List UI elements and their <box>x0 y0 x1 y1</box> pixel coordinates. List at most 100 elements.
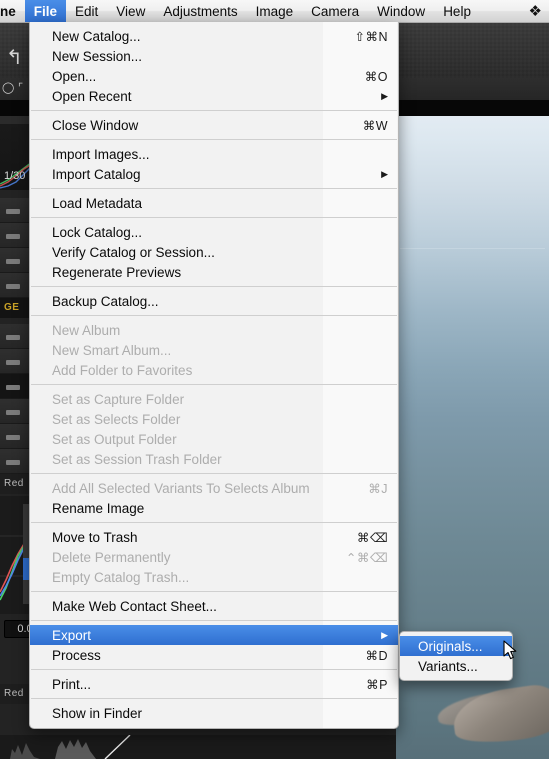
submenu-item-label: Originals... <box>418 638 483 654</box>
menu-item-label: Close Window <box>52 117 139 133</box>
menu-separator <box>31 669 397 670</box>
menu-bar[interactable]: ne File Edit View Adjustments Image Came… <box>0 0 549 23</box>
submenu-arrow-icon: ▶ <box>381 90 388 101</box>
menu-item-import-images[interactable]: Import Images... <box>30 144 398 164</box>
menu-separator <box>31 698 397 699</box>
menu-item-shortcut: ⌘D <box>365 648 388 663</box>
menu-item-label: Make Web Contact Sheet... <box>52 598 217 614</box>
menubar-item-window[interactable]: Window <box>368 0 434 22</box>
menu-item-load-metadata[interactable]: Load Metadata <box>30 193 398 213</box>
menu-item-label: Import Catalog <box>52 166 141 182</box>
menu-separator <box>31 473 397 474</box>
dropbox-icon[interactable]: ❖ <box>529 4 542 19</box>
menu-separator <box>31 110 397 111</box>
menu-item-set-as-capture-folder: Set as Capture Folder <box>30 389 398 409</box>
menu-item-label: Set as Session Trash Folder <box>52 451 222 467</box>
menu-item-label: New Smart Album... <box>52 342 172 358</box>
menu-separator <box>31 522 397 523</box>
menu-item-shortcut: ⌘P <box>366 677 388 692</box>
menu-item-label: Import Images... <box>52 146 150 162</box>
menu-separator <box>31 188 397 189</box>
menu-item-rename-image[interactable]: Rename Image <box>30 498 398 518</box>
menu-item-export[interactable]: Export ▶ <box>30 625 398 645</box>
menubar-status-area: ❖ <box>529 0 549 22</box>
menu-item-verify-catalog-or-session[interactable]: Verify Catalog or Session... <box>30 242 398 262</box>
menu-item-label: Open... <box>52 68 97 84</box>
menu-separator <box>31 384 397 385</box>
menu-separator <box>31 139 397 140</box>
menu-item-label: Regenerate Previews <box>52 264 182 280</box>
menu-item-set-as-output-folder: Set as Output Folder <box>30 429 398 449</box>
menu-item-process[interactable]: Process ⌘D <box>30 645 398 665</box>
menu-separator <box>31 286 397 287</box>
menu-item-label: New Album <box>52 322 121 338</box>
menu-item-label: Delete Permanently <box>52 549 171 565</box>
submenu-arrow-icon: ▶ <box>381 168 388 179</box>
export-submenu[interactable]: Originals... Variants... <box>399 631 513 681</box>
menu-item-lock-catalog[interactable]: Lock Catalog... <box>30 222 398 242</box>
menu-item-label: Verify Catalog or Session... <box>52 244 215 260</box>
menu-item-label: Show in Finder <box>52 705 143 721</box>
menu-item-label: Print... <box>52 676 92 692</box>
menu-item-shortcut: ⌘J <box>368 481 388 496</box>
undo-arrow-icon[interactable]: ↰ <box>6 48 23 68</box>
menu-item-label: New Catalog... <box>52 28 141 44</box>
menu-item-make-web-contact-sheet[interactable]: Make Web Contact Sheet... <box>30 596 398 616</box>
menu-item-add-folder-to-favorites: Add Folder to Favorites <box>30 360 398 380</box>
menu-item-label: Process <box>52 647 101 663</box>
submenu-item-originals[interactable]: Originals... <box>400 636 512 656</box>
menubar-item-app[interactable]: ne <box>0 0 25 22</box>
menu-item-label: Lock Catalog... <box>52 224 143 240</box>
menu-item-open[interactable]: Open... ⌘O <box>30 66 398 86</box>
aperture-icon: ◯ <box>2 82 15 94</box>
menu-item-label: Set as Output Folder <box>52 431 177 447</box>
menu-item-set-as-selects-folder: Set as Selects Folder <box>30 409 398 429</box>
menu-item-delete-permanently: Delete Permanently ⌃⌘⌫ <box>30 547 398 567</box>
menu-item-label: Empty Catalog Trash... <box>52 569 190 585</box>
menu-item-backup-catalog[interactable]: Backup Catalog... <box>30 291 398 311</box>
menubar-item-adjustments[interactable]: Adjustments <box>154 0 246 22</box>
menu-item-label: Move to Trash <box>52 529 138 545</box>
menu-item-open-recent[interactable]: Open Recent ▶ <box>30 86 398 106</box>
menu-item-shortcut: ⌘⌫ <box>356 530 388 545</box>
submenu-item-variants[interactable]: Variants... <box>400 656 512 676</box>
crop-icon: ⌜ <box>18 82 24 94</box>
menu-item-add-all-selected-variants-to-selects-album: Add All Selected Variants To Selects Alb… <box>30 478 398 498</box>
menu-item-label: Open Recent <box>52 88 132 104</box>
water-highlight <box>400 248 545 249</box>
menu-item-shortcut: ⌘O <box>364 69 388 84</box>
menu-separator <box>31 217 397 218</box>
menu-item-set-as-session-trash-folder: Set as Session Trash Folder <box>30 449 398 469</box>
menu-item-label: Export <box>52 627 92 643</box>
menu-item-new-catalog[interactable]: New Catalog... ⇧⌘N <box>30 26 398 46</box>
menu-item-new-smart-album: New Smart Album... <box>30 340 398 360</box>
submenu-item-label: Variants... <box>418 658 478 674</box>
exposure-value: 1/30 <box>4 170 26 182</box>
menu-separator <box>31 315 397 316</box>
menu-item-close-window[interactable]: Close Window ⌘W <box>30 115 398 135</box>
menu-item-shortcut: ⇧⌘N <box>354 29 388 44</box>
menubar-item-file[interactable]: File <box>24 0 67 22</box>
menubar-item-help[interactable]: Help <box>434 0 480 22</box>
histogram-bottom <box>0 735 396 759</box>
menu-item-import-catalog[interactable]: Import Catalog ▶ <box>30 164 398 184</box>
menu-item-print[interactable]: Print... ⌘P <box>30 674 398 694</box>
menu-item-new-session[interactable]: New Session... <box>30 46 398 66</box>
menu-item-move-to-trash[interactable]: Move to Trash ⌘⌫ <box>30 527 398 547</box>
menu-item-label: Add Folder to Favorites <box>52 362 193 378</box>
file-menu-dropdown[interactable]: New Catalog... ⇧⌘N New Session... Open... ⌘O… <box>29 22 399 729</box>
menubar-item-edit[interactable]: Edit <box>66 0 107 22</box>
rock-shape-primary <box>449 681 549 749</box>
menubar-item-image[interactable]: Image <box>247 0 303 22</box>
menu-item-label: Rename Image <box>52 500 145 516</box>
menu-item-regenerate-previews[interactable]: Regenerate Previews <box>30 262 398 282</box>
menu-item-label: Load Metadata <box>52 195 143 211</box>
menubar-item-view[interactable]: View <box>107 0 154 22</box>
menu-item-show-in-finder[interactable]: Show in Finder <box>30 703 398 723</box>
menu-item-shortcut: ⌃⌘⌫ <box>345 550 388 565</box>
mouse-cursor <box>503 640 517 660</box>
menu-item-new-album: New Album <box>30 320 398 340</box>
menu-separator <box>31 591 397 592</box>
menubar-item-camera[interactable]: Camera <box>302 0 368 22</box>
menu-item-shortcut: ⌘W <box>362 118 388 133</box>
